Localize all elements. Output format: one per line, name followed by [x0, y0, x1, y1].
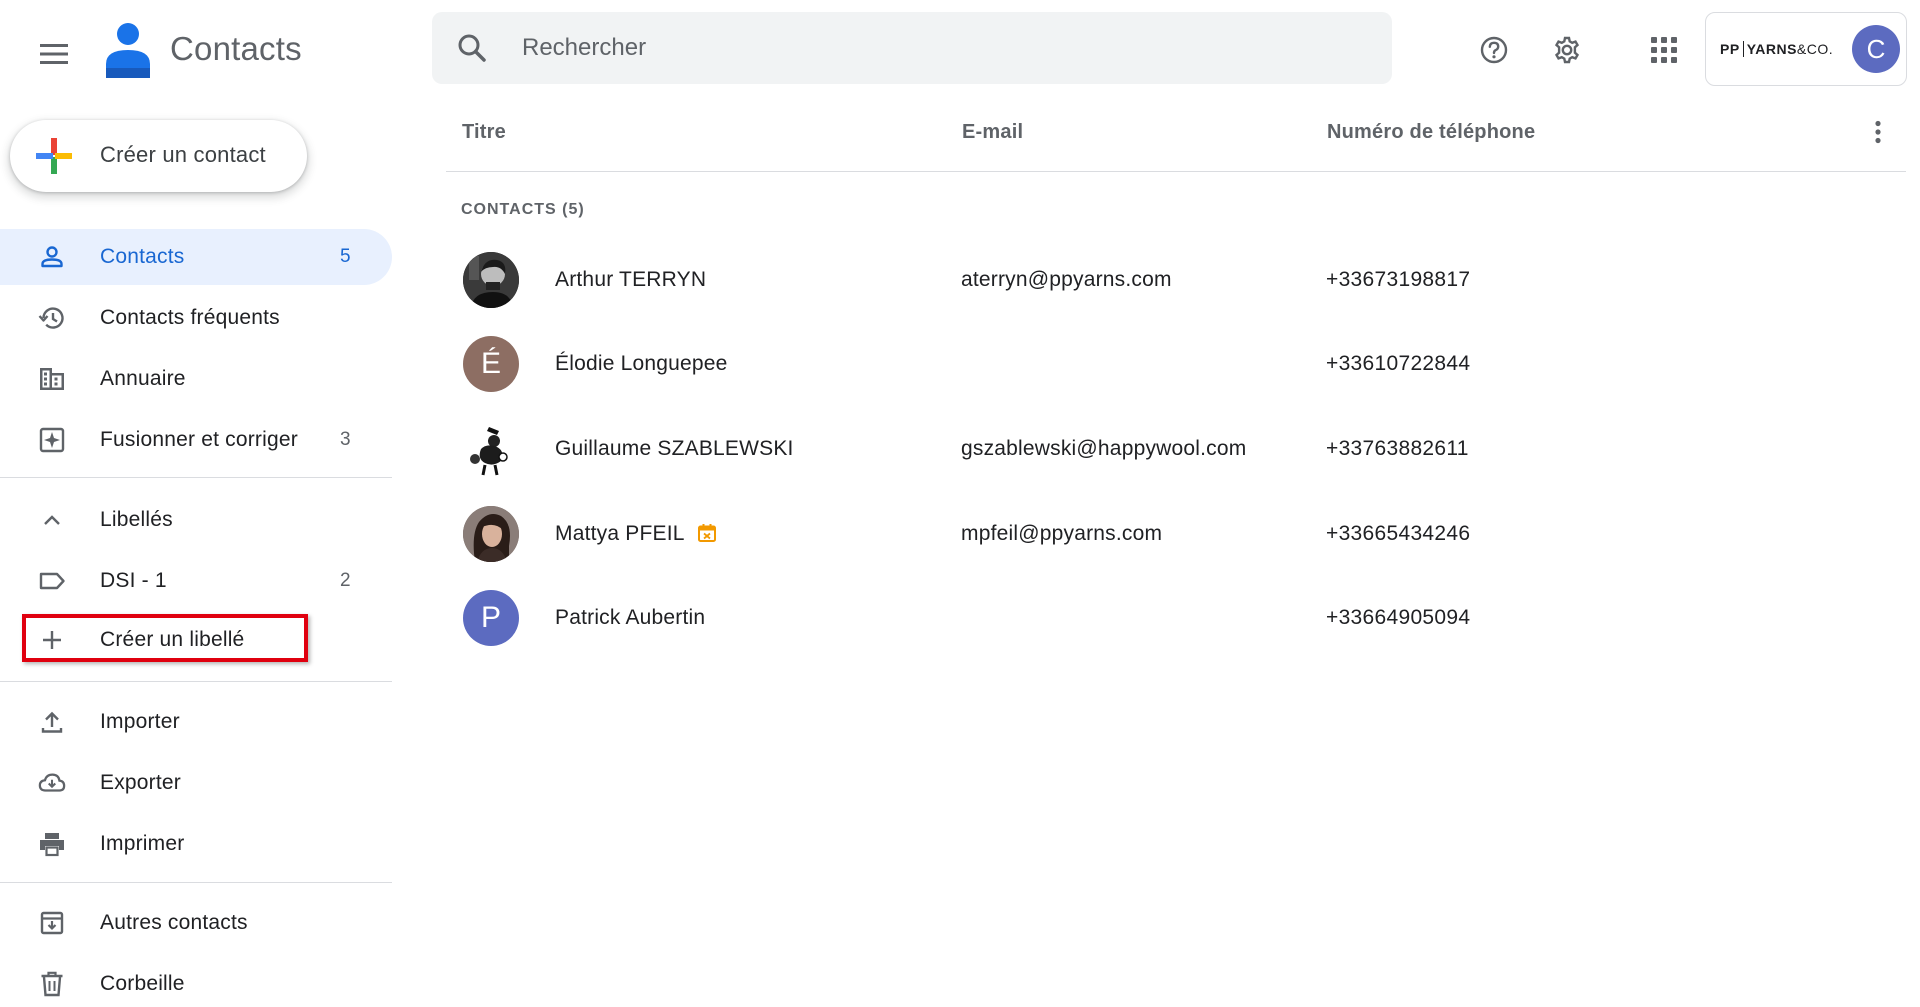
- merge-count-badge: 3: [340, 429, 351, 450]
- contact-row-guillaume-szablewski[interactable]: Guillaume SZABLEWSKI gszablewski@happywo…: [446, 407, 1906, 491]
- label-icon: [38, 567, 66, 595]
- birthday-calendar-icon: [697, 523, 717, 549]
- sidebar-item-label: Importer: [100, 710, 180, 733]
- sidebar-item-label: Fusionner et corriger: [100, 428, 298, 451]
- organization-logo: PP YARNS&CO.: [1720, 41, 1834, 57]
- colorful-plus-icon: [36, 138, 72, 174]
- gear-icon: [1554, 36, 1580, 64]
- contact-photo-avatar: [463, 506, 519, 562]
- main-menu-button[interactable]: [30, 30, 78, 78]
- sidebar-item-label: DSI - 1: [100, 569, 167, 592]
- upload-icon: [38, 708, 66, 736]
- help-button[interactable]: [1470, 26, 1518, 74]
- column-header-phone[interactable]: Numéro de téléphone: [1327, 121, 1535, 144]
- labels-section-title: Libellés: [100, 508, 173, 531]
- contact-row-arthur-terryn[interactable]: Arthur TERRYN aterryn@ppyarns.com +33673…: [446, 238, 1906, 322]
- sidebar-item-label: Contacts: [100, 245, 185, 268]
- google-apps-button[interactable]: [1640, 26, 1688, 74]
- cloud-download-icon: [38, 769, 66, 797]
- contact-phone: +33610722844: [1326, 352, 1471, 375]
- create-contact-button[interactable]: Créer un contact: [10, 120, 307, 192]
- contact-name: Arthur TERRYN: [555, 268, 707, 291]
- contact-email: gszablewski@happywool.com: [961, 437, 1247, 460]
- contact-row-patrick-aubertin[interactable]: P Patrick Aubertin +33664905094: [446, 576, 1906, 660]
- contact-phone: +33763882611: [1326, 437, 1469, 460]
- sidebar-item-label: Autres contacts: [100, 911, 248, 934]
- app-title: Contacts: [170, 30, 302, 67]
- print-icon: [38, 830, 66, 858]
- app-header: Contacts Rechercher PP YARNS&CO. C: [0, 0, 1920, 100]
- merge-icon: [38, 426, 66, 454]
- label-count-badge: 2: [340, 570, 351, 591]
- sidebar-item-export[interactable]: Exporter: [0, 755, 392, 811]
- contact-name: Élodie Longuepee: [555, 352, 728, 375]
- more-vert-icon: [1875, 120, 1881, 144]
- sidebar-item-print[interactable]: Imprimer: [0, 816, 392, 872]
- sidebar-item-label: Imprimer: [100, 832, 185, 855]
- contact-name: Guillaume SZABLEWSKI: [555, 437, 794, 460]
- sidebar-item-frequent[interactable]: Contacts fréquents: [0, 290, 392, 346]
- sidebar-divider: [0, 681, 392, 682]
- column-header-title[interactable]: Titre: [462, 121, 506, 144]
- account-avatar[interactable]: C: [1852, 25, 1900, 73]
- sidebar-item-label-dsi-1[interactable]: DSI - 1 2: [0, 553, 392, 609]
- contact-row-mattya-pfeil[interactable]: Mattya PFEIL mpfeil@ppyarns.com +3366543…: [446, 492, 1906, 576]
- sidebar-item-contacts[interactable]: Contacts 5: [0, 229, 392, 285]
- sidebar-item-label: Exporter: [100, 771, 181, 794]
- domain-icon: [38, 365, 66, 393]
- create-contact-label: Créer un contact: [100, 142, 266, 167]
- contact-row-elodie-longuepee[interactable]: É Élodie Longuepee +33610722844: [446, 322, 1906, 406]
- contact-name: Patrick Aubertin: [555, 606, 706, 629]
- table-header-divider: [446, 171, 1906, 172]
- help-icon: [1480, 36, 1508, 64]
- contact-email: aterryn@ppyarns.com: [961, 268, 1172, 291]
- sidebar-item-label: Annuaire: [100, 367, 186, 390]
- sidebar-item-label: Contacts fréquents: [100, 306, 280, 329]
- contact-email: mpfeil@ppyarns.com: [961, 522, 1163, 545]
- account-switcher[interactable]: PP YARNS&CO. C: [1705, 12, 1907, 86]
- search-bar[interactable]: [432, 12, 1392, 84]
- contact-letter-avatar: P: [463, 590, 519, 646]
- contacts-count-badge: 5: [340, 246, 351, 267]
- contact-phone: +33665434246: [1326, 522, 1471, 545]
- sidebar-divider: [0, 477, 392, 478]
- labels-section-toggle[interactable]: Libellés: [0, 492, 392, 548]
- sidebar-item-import[interactable]: Importer: [0, 694, 392, 750]
- sidebar-item-other-contacts[interactable]: Autres contacts: [0, 895, 392, 951]
- history-icon: [38, 304, 66, 332]
- sidebar-divider: [0, 882, 392, 883]
- apps-grid-icon: [1651, 37, 1677, 63]
- column-header-email[interactable]: E-mail: [962, 121, 1023, 144]
- chevron-up-icon: [38, 506, 66, 534]
- list-options-button[interactable]: [1864, 112, 1892, 152]
- person-icon: [38, 243, 66, 271]
- search-icon[interactable]: [456, 32, 488, 69]
- sidebar-item-label: Corbeille: [100, 972, 185, 995]
- settings-button[interactable]: [1543, 26, 1591, 74]
- contact-name: Mattya PFEIL: [555, 522, 717, 549]
- sidebar-item-merge-fix[interactable]: Fusionner et corriger 3: [0, 412, 392, 468]
- contact-letter-avatar: É: [463, 336, 519, 392]
- contact-phone: +33664905094: [1326, 606, 1471, 629]
- contact-phone: +33673198817: [1326, 268, 1471, 291]
- contact-photo-avatar: [463, 421, 519, 477]
- sidebar-item-directory[interactable]: Annuaire: [0, 351, 392, 407]
- highlight-annotation-box: [22, 614, 308, 662]
- contact-photo-avatar: [463, 252, 519, 308]
- archive-icon: [38, 909, 66, 937]
- contacts-section-label: CONTACTS (5): [461, 201, 585, 218]
- trash-icon: [38, 970, 66, 998]
- sidebar-item-trash[interactable]: Corbeille: [0, 956, 392, 1007]
- search-input[interactable]: [522, 12, 1362, 84]
- hamburger-menu-icon: [40, 44, 68, 64]
- contacts-logo-icon[interactable]: [100, 20, 156, 80]
